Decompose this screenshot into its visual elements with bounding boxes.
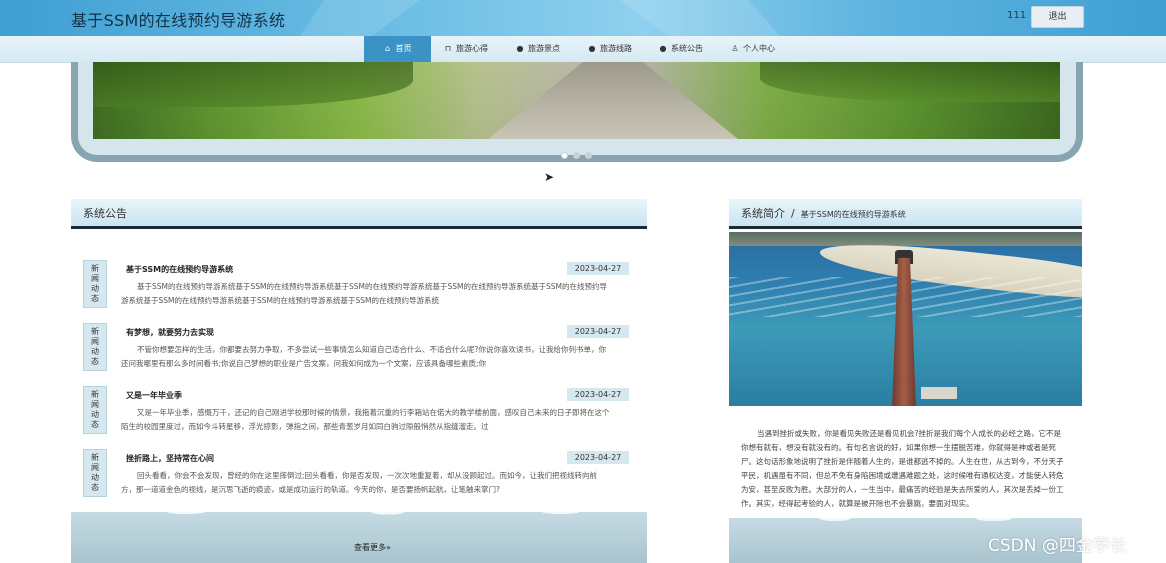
nav-label: 旅游线路 — [600, 44, 632, 53]
csdn-watermark: CSDN @四金学长 — [988, 536, 1127, 556]
mouse-cursor-icon: ➤ — [544, 170, 555, 184]
notice-item[interactable]: 新闻动态 又是一年毕业季 2023-04-27 又是一年毕业季，感慨万千，还记的… — [83, 386, 629, 446]
carousel-dot[interactable] — [561, 152, 568, 159]
nav-label: 旅游心得 — [456, 44, 488, 53]
home-icon: ⌂ — [384, 44, 391, 53]
notice-tag: 新闻动态 — [83, 386, 107, 434]
notice-body: 又是一年毕业季，感慨万千，还记的自己刚进学校那时候的情景，我拖着沉重的行李箱站在… — [121, 408, 610, 431]
image-house — [921, 387, 957, 399]
wave-decoration — [71, 512, 647, 563]
nav-item-attractions[interactable]: ● 旅游景点 — [516, 36, 561, 62]
notice-date: 2023-04-27 — [567, 325, 629, 338]
header-decoration — [300, 0, 420, 36]
nav-label: 旅游景点 — [528, 44, 560, 53]
notice-date: 2023-04-27 — [567, 388, 629, 401]
notice-body: 不管你想要怎样的生活，你都要去努力争取，不多尝试一些事情怎么知道自己适合什么、不… — [121, 345, 606, 368]
notice-date: 2023-04-27 — [567, 262, 629, 275]
header-decoration — [620, 0, 780, 36]
nav-item-travel-notes[interactable]: ⊓ 旅游心得 — [444, 36, 488, 62]
view-more-link[interactable]: 查看更多» — [354, 542, 391, 553]
username-label: 111 — [1007, 10, 1027, 21]
notice-body: 基于SSM的在线预约导游系统基于SSM的在线预约导游系统基于SSM的在线预约导游… — [121, 282, 607, 305]
carousel-dot[interactable] — [573, 152, 580, 159]
notice-title[interactable]: 基于SSM的在线预约导游系统 — [126, 264, 233, 275]
question-icon: ● — [588, 44, 596, 53]
image-land — [729, 232, 1082, 246]
about-title: 系统简介 — [741, 207, 785, 220]
about-subtitle: 基于SSM的在线预约导游系统 — [800, 210, 906, 219]
notice-item[interactable]: 新闻动态 挫折路上，坚持常在心间 2023-04-27 回头看看，你会不会发现，… — [83, 449, 629, 509]
top-header: 基于SSM的在线预约导游系统 111 退出 — [0, 0, 1166, 36]
about-text: 当遇到挫折或失败，你是看见失败还是看见机会?挫折是我们每个人成长的必经之路，它不… — [741, 429, 1064, 508]
nav-item-home[interactable]: ⌂ 首页 — [364, 36, 431, 62]
about-section-header: 系统简介 / 基于SSM的在线预约导游系统 — [729, 199, 1082, 229]
logout-button[interactable]: 退出 — [1031, 6, 1084, 28]
notice-title[interactable]: 又是一年毕业季 — [126, 390, 182, 401]
nav-item-announcements[interactable]: ● 系统公告 — [659, 36, 704, 62]
notice-title[interactable]: 有梦想，就要努力去实现 — [126, 327, 214, 338]
main-nav: ⌂ 首页 ⊓ 旅游心得 ● 旅游景点 ● 旅游线路 ● 系统公告 ♙ 个人中心 — [0, 36, 1166, 63]
notice-tag: 新闻动态 — [83, 260, 107, 308]
nav-label: 系统公告 — [671, 44, 703, 53]
nav-item-routes[interactable]: ● 旅游线路 — [588, 36, 633, 62]
notice-body: 回头看看，你会不会发现，曾经的你在这里摔倒过;回头看看，你是否发现，一次次地重复… — [121, 471, 598, 494]
notice-item[interactable]: 新闻动态 基于SSM的在线预约导游系统 2023-04-27 基于SSM的在线预… — [83, 260, 629, 320]
user-icon: ♙ — [731, 44, 739, 53]
info-icon: ● — [659, 44, 667, 53]
nav-label: 个人中心 — [743, 44, 775, 53]
breadcrumb-separator: / — [791, 207, 795, 220]
notice-tag: 新闻动态 — [83, 323, 107, 371]
banner-image — [93, 62, 1060, 139]
banner-road — [488, 62, 738, 139]
info-icon: ● — [516, 44, 524, 53]
carousel-dot[interactable] — [585, 152, 592, 159]
section-title: 系统公告 — [83, 207, 127, 220]
nav-label: 首页 — [395, 44, 412, 53]
notice-tag: 新闻动态 — [83, 449, 107, 497]
notice-item[interactable]: 新闻动态 有梦想，就要努力去实现 2023-04-27 不管你想要怎样的生活，你… — [83, 323, 629, 383]
banner-trees — [93, 62, 413, 107]
site-title: 基于SSM的在线预约导游系统 — [71, 11, 286, 30]
about-image — [729, 232, 1082, 406]
notice-date: 2023-04-27 — [567, 451, 629, 464]
notice-title[interactable]: 挫折路上，坚持常在心间 — [126, 453, 214, 464]
nav-item-profile[interactable]: ♙ 个人中心 — [731, 36, 775, 62]
banner-trees — [760, 62, 1060, 102]
notice-section-header: 系统公告 — [71, 199, 647, 229]
bag-icon: ⊓ — [444, 44, 452, 53]
